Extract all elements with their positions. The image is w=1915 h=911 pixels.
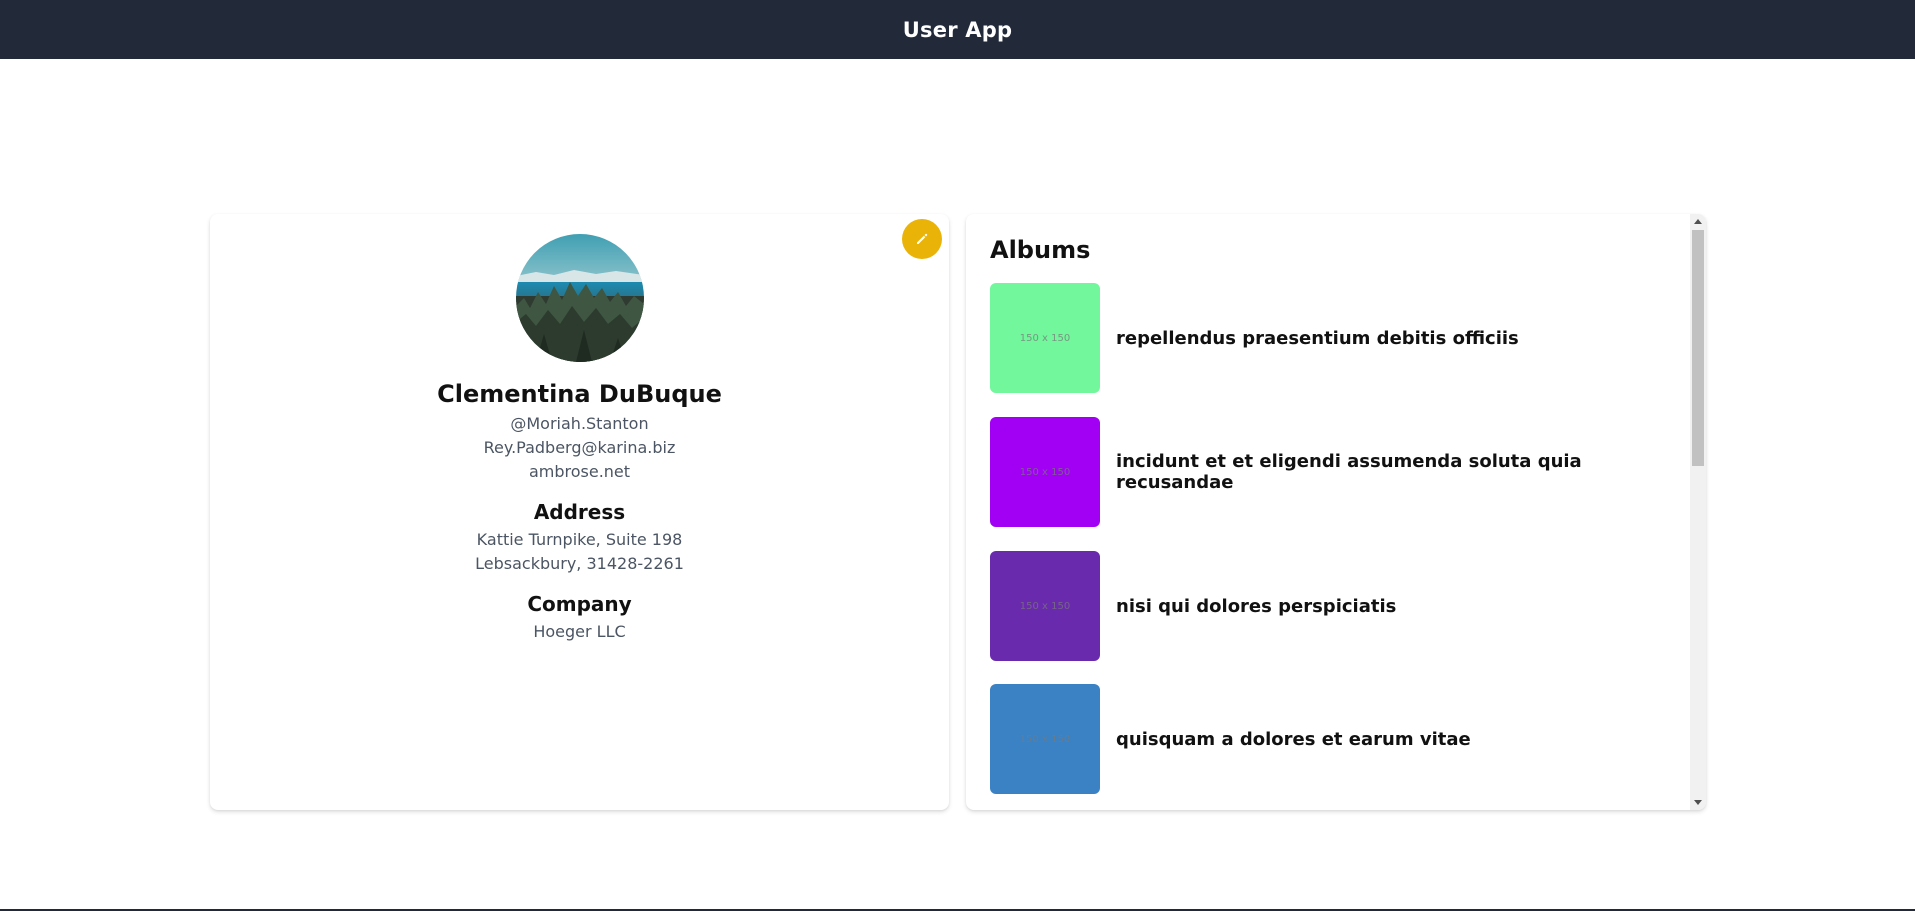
website: ambrose.net xyxy=(528,462,631,481)
pencil-icon xyxy=(914,231,930,247)
company-heading: Company xyxy=(527,592,632,616)
albums-card: Albums 150 x 150 repellendus praesentium… xyxy=(966,214,1706,810)
album-thumbnail: 150 x 150 xyxy=(990,684,1100,794)
edit-button[interactable] xyxy=(902,219,942,259)
album-item[interactable]: 150 x 150 quisquam a dolores et earum vi… xyxy=(990,684,1670,794)
address-line-1: Kattie Turnpike, Suite 198 xyxy=(476,530,683,549)
app-header: User App xyxy=(0,0,1915,59)
album-item[interactable]: 150 x 150 nisi qui dolores perspiciatis xyxy=(990,551,1670,661)
company-name: Hoeger LLC xyxy=(533,622,626,641)
scrollbar-thumb[interactable] xyxy=(1692,230,1704,466)
album-thumbnail: 150 x 150 xyxy=(990,283,1100,393)
user-name: Clementina DuBuque xyxy=(437,380,722,408)
album-thumbnail: 150 x 150 xyxy=(990,551,1100,661)
avatar xyxy=(516,234,644,362)
album-title: repellendus praesentium debitis officiis xyxy=(1116,327,1519,349)
scroll-down-arrow-icon[interactable] xyxy=(1694,800,1702,805)
album-thumbnail: 150 x 150 xyxy=(990,417,1100,527)
album-item[interactable]: 150 x 150 repellendus praesentium debiti… xyxy=(990,283,1670,393)
album-title: incidunt et et eligendi assumenda soluta… xyxy=(1116,451,1582,493)
album-title: quisquam a dolores et earum vitae xyxy=(1116,728,1471,750)
albums-heading: Albums xyxy=(990,236,1091,264)
scroll-up-arrow-icon[interactable] xyxy=(1694,219,1702,224)
address-heading: Address xyxy=(533,500,626,524)
album-title: nisi qui dolores perspiciatis xyxy=(1116,595,1397,617)
app-title: User App xyxy=(902,17,1013,42)
address-line-2: Lebsackbury, 31428-2261 xyxy=(475,554,684,573)
email: Rey.Padberg@karina.biz xyxy=(483,438,676,457)
albums-scrollbar[interactable] xyxy=(1690,214,1706,810)
profile-card: Clementina DuBuque @Moriah.Stanton Rey.P… xyxy=(210,214,949,810)
album-item[interactable]: 150 x 150 incidunt et et eligendi assume… xyxy=(990,417,1670,527)
username: @Moriah.Stanton xyxy=(510,414,649,433)
